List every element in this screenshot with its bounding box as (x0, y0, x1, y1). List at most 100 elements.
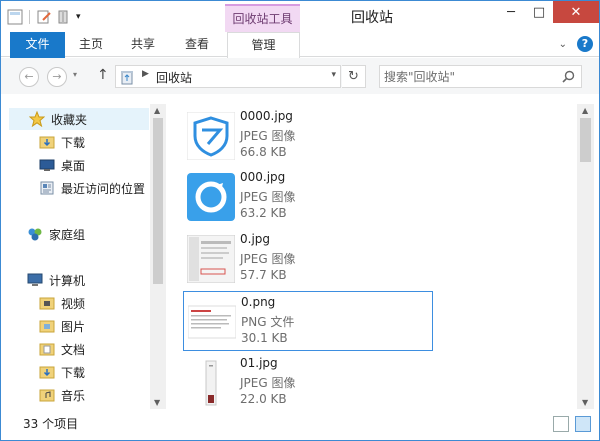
nav-item-label: 最近访问的位置 (61, 181, 146, 196)
tab-home[interactable]: 主页 (71, 32, 111, 56)
expand-ribbon-chevron-icon[interactable]: ⌄ (559, 39, 567, 50)
file-name: 01.jpg (240, 356, 278, 370)
file-item[interactable]: 000.jpg JPEG 图像 63.2 KB (183, 167, 433, 227)
nav-item-pictures[interactable]: 图片 (39, 315, 85, 337)
nav-favorites-label: 收藏夹 (51, 112, 88, 127)
file-type: JPEG 图像 (240, 252, 296, 266)
pictures-folder-icon (39, 318, 55, 334)
file-item[interactable]: 0.jpg JPEG 图像 57.7 KB (183, 229, 433, 289)
nav-item-downloads-computer[interactable]: 下载 (39, 361, 85, 383)
nav-computer[interactable]: 计算机 (27, 269, 85, 291)
search-input[interactable] (384, 68, 554, 86)
help-icon[interactable]: ? (577, 36, 593, 52)
refresh-button[interactable]: ↻ (342, 65, 366, 88)
nav-item-label: 视频 (61, 296, 86, 311)
file-item-selected[interactable]: 0.png PNG 文件 30.1 KB (183, 291, 433, 351)
scroll-down-icon[interactable]: ▼ (582, 398, 588, 407)
app-icon[interactable] (7, 9, 23, 25)
nav-homegroup-label: 家庭组 (49, 227, 86, 242)
ribbon-tab-bar: 文件 主页 共享 查看 管理 ⌄ ? (1, 32, 599, 92)
breadcrumb-recycle-bin[interactable]: 回收站 (156, 69, 192, 86)
details-view-icon[interactable] (553, 416, 569, 432)
webpage-thumbnail (187, 298, 237, 346)
search-icon[interactable] (562, 70, 575, 83)
properties-icon[interactable] (36, 9, 52, 25)
star-icon (28, 110, 46, 128)
search-box[interactable] (379, 65, 582, 88)
tab-share[interactable]: 共享 (123, 32, 163, 56)
scroll-up-icon[interactable]: ▲ (582, 106, 588, 115)
recent-places-icon (39, 180, 55, 196)
customize-qat-dropdown-icon[interactable]: ▾ (76, 9, 86, 25)
address-dropdown-icon[interactable]: ▾ (331, 70, 336, 80)
nav-item-videos[interactable]: 视频 (39, 292, 85, 314)
music-folder-icon (39, 387, 55, 403)
minimize-button[interactable]: ─ (497, 1, 525, 23)
window-title: 回收站 (351, 10, 393, 26)
nav-item-label: 文档 (61, 342, 86, 357)
forward-button[interactable]: → (47, 67, 67, 87)
nav-item-desktop[interactable]: 桌面 (39, 154, 85, 176)
close-button[interactable]: ✕ (553, 1, 599, 23)
nav-item-label: 桌面 (61, 158, 86, 173)
file-list-scrollbar[interactable]: ▲ ▼ (577, 104, 594, 409)
file-item[interactable]: 0000.jpg JPEG 图像 66.8 KB (183, 106, 433, 166)
item-count: 33 个项目 (23, 417, 79, 431)
quick-access-toolbar: ▾ (7, 7, 86, 27)
scroll-up-icon[interactable]: ▲ (154, 106, 160, 115)
ribbon-right-controls: ⌄ ? (559, 36, 593, 52)
nav-item-label: 图片 (61, 319, 86, 334)
computer-icon (27, 272, 43, 288)
navigation-pane: 收藏夹 下载 桌面 最近访问的位置 家庭组 计算机 视频 图片 文档 下载 音乐 (1, 104, 166, 409)
file-name: 000.jpg (240, 170, 286, 184)
explorer-window: ▾ 回收站工具 回收站 ─ □ ✕ 文件 主页 共享 查看 管理 ⌄ ? ← →… (0, 0, 600, 441)
nav-computer-label: 计算机 (49, 273, 86, 288)
recent-locations-dropdown-icon[interactable]: ▾ (73, 70, 77, 79)
refresh-app-icon (187, 173, 235, 221)
file-size: 22.0 KB (240, 392, 287, 406)
file-size: 30.1 KB (241, 331, 288, 345)
file-size: 63.2 KB (240, 206, 287, 220)
tab-manage[interactable]: 管理 (227, 32, 300, 58)
nav-pane-scrollbar[interactable]: ▲ ▼ (150, 104, 166, 409)
up-arrow-icon[interactable]: ↑ (97, 67, 109, 83)
nav-item-downloads[interactable]: 下载 (39, 131, 85, 153)
nav-item-label: 音乐 (61, 388, 86, 403)
file-type: JPEG 图像 (240, 376, 296, 390)
file-list: 0000.jpg JPEG 图像 66.8 KB 000.jpg JPEG 图像… (167, 104, 577, 409)
nav-item-label: 下载 (61, 365, 86, 380)
documents-folder-icon (39, 341, 55, 357)
address-bar[interactable]: ▶ 回收站 ▾ (115, 65, 341, 88)
back-button[interactable]: ← (19, 67, 39, 87)
breadcrumb-chevron-icon[interactable]: ▶ (142, 69, 149, 79)
nav-favorites[interactable]: 收藏夹 (9, 108, 149, 130)
nav-homegroup[interactable]: 家庭组 (27, 223, 85, 245)
scrollbar-thumb[interactable] (153, 118, 163, 284)
nav-item-music[interactable]: 音乐 (39, 384, 85, 406)
new-folder-icon[interactable] (56, 9, 72, 25)
maximize-button[interactable]: □ (525, 1, 553, 23)
desktop-icon (39, 157, 55, 173)
status-bar: 33 个项目 (1, 409, 599, 440)
nav-item-documents[interactable]: 文档 (39, 338, 85, 360)
scrollbar-thumb[interactable] (580, 118, 591, 162)
file-type: PNG 文件 (241, 315, 295, 329)
file-size: 57.7 KB (240, 268, 287, 282)
file-type: JPEG 图像 (240, 129, 296, 143)
qat-separator (29, 10, 30, 24)
large-icons-view-icon[interactable] (575, 416, 591, 432)
tab-view[interactable]: 查看 (177, 32, 217, 56)
file-name: 0000.jpg (240, 109, 293, 123)
nav-item-label: 下载 (61, 135, 86, 150)
file-name: 0.jpg (240, 232, 271, 246)
title-bar: ▾ 回收站工具 回收站 ─ □ ✕ (1, 1, 599, 32)
recycle-bin-icon (121, 71, 133, 85)
device-thumbnail (187, 359, 235, 407)
download-folder-icon (39, 364, 55, 380)
nav-item-recent-places[interactable]: 最近访问的位置 (39, 177, 145, 199)
scroll-down-icon[interactable]: ▼ (154, 398, 160, 407)
screenshot-thumbnail (186, 234, 236, 284)
videos-folder-icon (39, 295, 55, 311)
file-type: JPEG 图像 (240, 190, 296, 204)
file-item[interactable]: 01.jpg JPEG 图像 22.0 KB (183, 353, 433, 409)
